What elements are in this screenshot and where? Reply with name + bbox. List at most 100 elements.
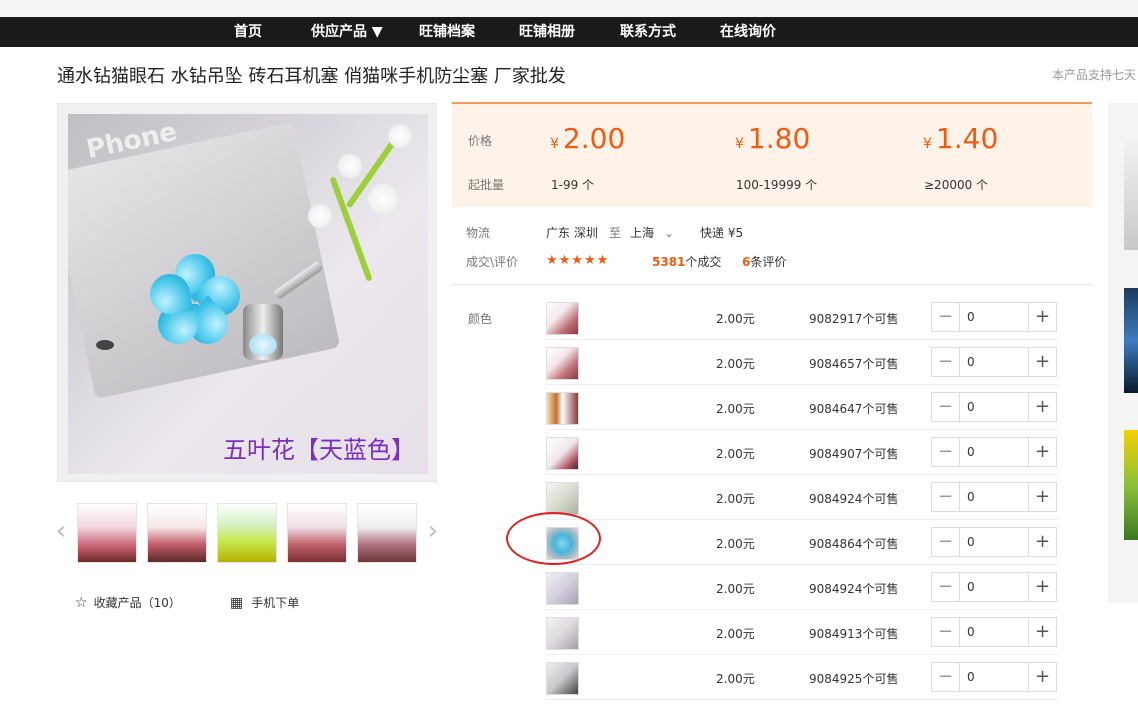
variant-price: 2.00元 [716, 627, 755, 641]
main-nav: 首页 供应产品 ▼ 旺铺档案 旺铺相册 联系方式 在线询价 [0, 17, 1138, 47]
quantity-stepper: − + [931, 347, 1057, 377]
variant-price: 2.00元 [716, 402, 755, 416]
recommend-thumbnail[interactable] [1124, 430, 1138, 540]
price-label: 价格 [468, 134, 493, 148]
quantity-stepper: − + [931, 437, 1057, 467]
decrement-button[interactable]: − [932, 438, 960, 466]
variant-price: 2.00元 [716, 582, 755, 596]
quantity-stepper: − + [931, 527, 1057, 557]
variant-stock: 9084907个可售 [809, 447, 899, 461]
increment-button[interactable]: + [1028, 438, 1056, 466]
ship-from: 广东 深圳 [546, 226, 598, 240]
quantity-input[interactable] [961, 663, 1029, 691]
decrement-button[interactable]: − [932, 483, 960, 511]
favorite-button[interactable]: ☆ 收藏产品（10） [75, 594, 181, 611]
nav-home[interactable]: 首页 [234, 17, 262, 47]
variant-row: 2.00元 9084913个可售 − + [546, 610, 1058, 655]
quantity-input[interactable] [961, 438, 1029, 466]
variant-price: 2.00元 [716, 672, 755, 686]
increment-button[interactable]: + [1028, 618, 1056, 646]
service-note: 本产品支持七天 [1052, 68, 1137, 82]
deal-review-label: 成交\评价 [466, 255, 519, 269]
variant-swatch[interactable] [546, 617, 579, 650]
nav-products[interactable]: 供应产品 ▼ [311, 17, 383, 47]
variant-stock: 9084924个可售 [809, 582, 899, 596]
quantity-input[interactable] [961, 528, 1029, 556]
thumb-prev-icon[interactable]: ‹ [51, 516, 71, 546]
variant-stock: 9084924个可售 [809, 492, 899, 506]
ship-to-word: 至 [609, 226, 622, 240]
highlight-annotation-circle [506, 512, 601, 565]
quantity-input[interactable] [961, 393, 1029, 421]
rating-stars-icon: ★★★★★ [546, 253, 610, 268]
variant-swatch[interactable] [546, 392, 579, 425]
variant-price: 2.00元 [716, 312, 755, 326]
tier-price-1: ¥2.00 [550, 122, 626, 155]
variant-row: 2.00元 9084907个可售 − + [546, 430, 1058, 475]
quantity-stepper: − + [931, 302, 1057, 332]
nav-shop-profile[interactable]: 旺铺档案 [419, 17, 475, 47]
thumbnail[interactable] [77, 503, 137, 563]
recommend-thumbnail[interactable] [1124, 288, 1138, 393]
decrement-button[interactable]: − [932, 573, 960, 601]
increment-button[interactable]: + [1028, 528, 1056, 556]
increment-button[interactable]: + [1028, 348, 1056, 376]
increment-button[interactable]: + [1028, 483, 1056, 511]
variant-price: 2.00元 [716, 537, 755, 551]
nav-shop-album[interactable]: 旺铺相册 [519, 17, 575, 47]
variant-row: 2.00元 9082917个可售 − + [546, 295, 1058, 340]
ship-to-select[interactable]: 上海 ⌄ [630, 224, 674, 241]
variant-swatch[interactable] [546, 572, 579, 605]
recommend-thumbnail[interactable] [1124, 140, 1138, 250]
main-product-image[interactable]: Phone 五叶花【天蓝色】 [57, 103, 437, 482]
quantity-input[interactable] [961, 483, 1029, 511]
thumbnail[interactable] [287, 503, 347, 563]
increment-button[interactable]: + [1028, 573, 1056, 601]
quantity-input[interactable] [961, 303, 1029, 331]
tier-range-1: 1-99 个 [551, 178, 595, 192]
variant-row: 2.00元 9084924个可售 − + [546, 565, 1058, 610]
reviews-count[interactable]: 6条评价 [742, 253, 786, 270]
star-outline-icon: ☆ [75, 595, 88, 611]
variant-swatch[interactable] [546, 482, 579, 515]
nav-contact[interactable]: 联系方式 [620, 17, 676, 47]
favorite-label: 收藏产品（10） [93, 596, 181, 610]
chevron-down-icon: ⌄ [664, 226, 675, 240]
blue-flower-charm [146, 245, 249, 353]
express-fee: 快递 ¥5 [700, 226, 744, 240]
quantity-input[interactable] [961, 573, 1029, 601]
moq-label: 起批量 [468, 178, 505, 192]
quantity-stepper: − + [931, 392, 1057, 422]
logistics-label: 物流 [466, 226, 491, 240]
tier-price-2: ¥1.80 [735, 122, 811, 155]
decrement-button[interactable]: − [932, 303, 960, 331]
thumb-next-icon[interactable]: › [423, 516, 443, 546]
quantity-input[interactable] [961, 618, 1029, 646]
increment-button[interactable]: + [1028, 393, 1056, 421]
variant-price: 2.00元 [716, 447, 755, 461]
variant-row: 2.00元 9084647个可售 − + [546, 385, 1058, 430]
deals-count[interactable]: 5381个成交 [652, 253, 721, 270]
nav-inquiry[interactable]: 在线询价 [720, 17, 776, 47]
white-flower-illustration [368, 184, 398, 214]
variant-swatch[interactable] [546, 347, 579, 380]
variant-row: 2.00元 9084864个可售 − + [546, 520, 1058, 565]
variant-stock: 9084864个可售 [809, 537, 899, 551]
mobile-order-button[interactable]: ▦ 手机下单 [230, 594, 299, 611]
thumbnail[interactable] [147, 503, 207, 563]
quantity-input[interactable] [961, 348, 1029, 376]
thumbnail[interactable] [357, 503, 417, 563]
decrement-button[interactable]: − [932, 663, 960, 691]
decrement-button[interactable]: − [932, 393, 960, 421]
tier-range-2: 100-19999 个 [736, 178, 818, 192]
thumbnail[interactable] [217, 503, 277, 563]
decrement-button[interactable]: − [932, 528, 960, 556]
variant-swatch[interactable] [546, 437, 579, 470]
tier-price-3: ¥1.40 [923, 122, 999, 155]
decrement-button[interactable]: − [932, 618, 960, 646]
variant-swatch[interactable] [546, 302, 579, 335]
increment-button[interactable]: + [1028, 663, 1056, 691]
increment-button[interactable]: + [1028, 303, 1056, 331]
variant-swatch[interactable] [546, 662, 579, 695]
decrement-button[interactable]: − [932, 348, 960, 376]
